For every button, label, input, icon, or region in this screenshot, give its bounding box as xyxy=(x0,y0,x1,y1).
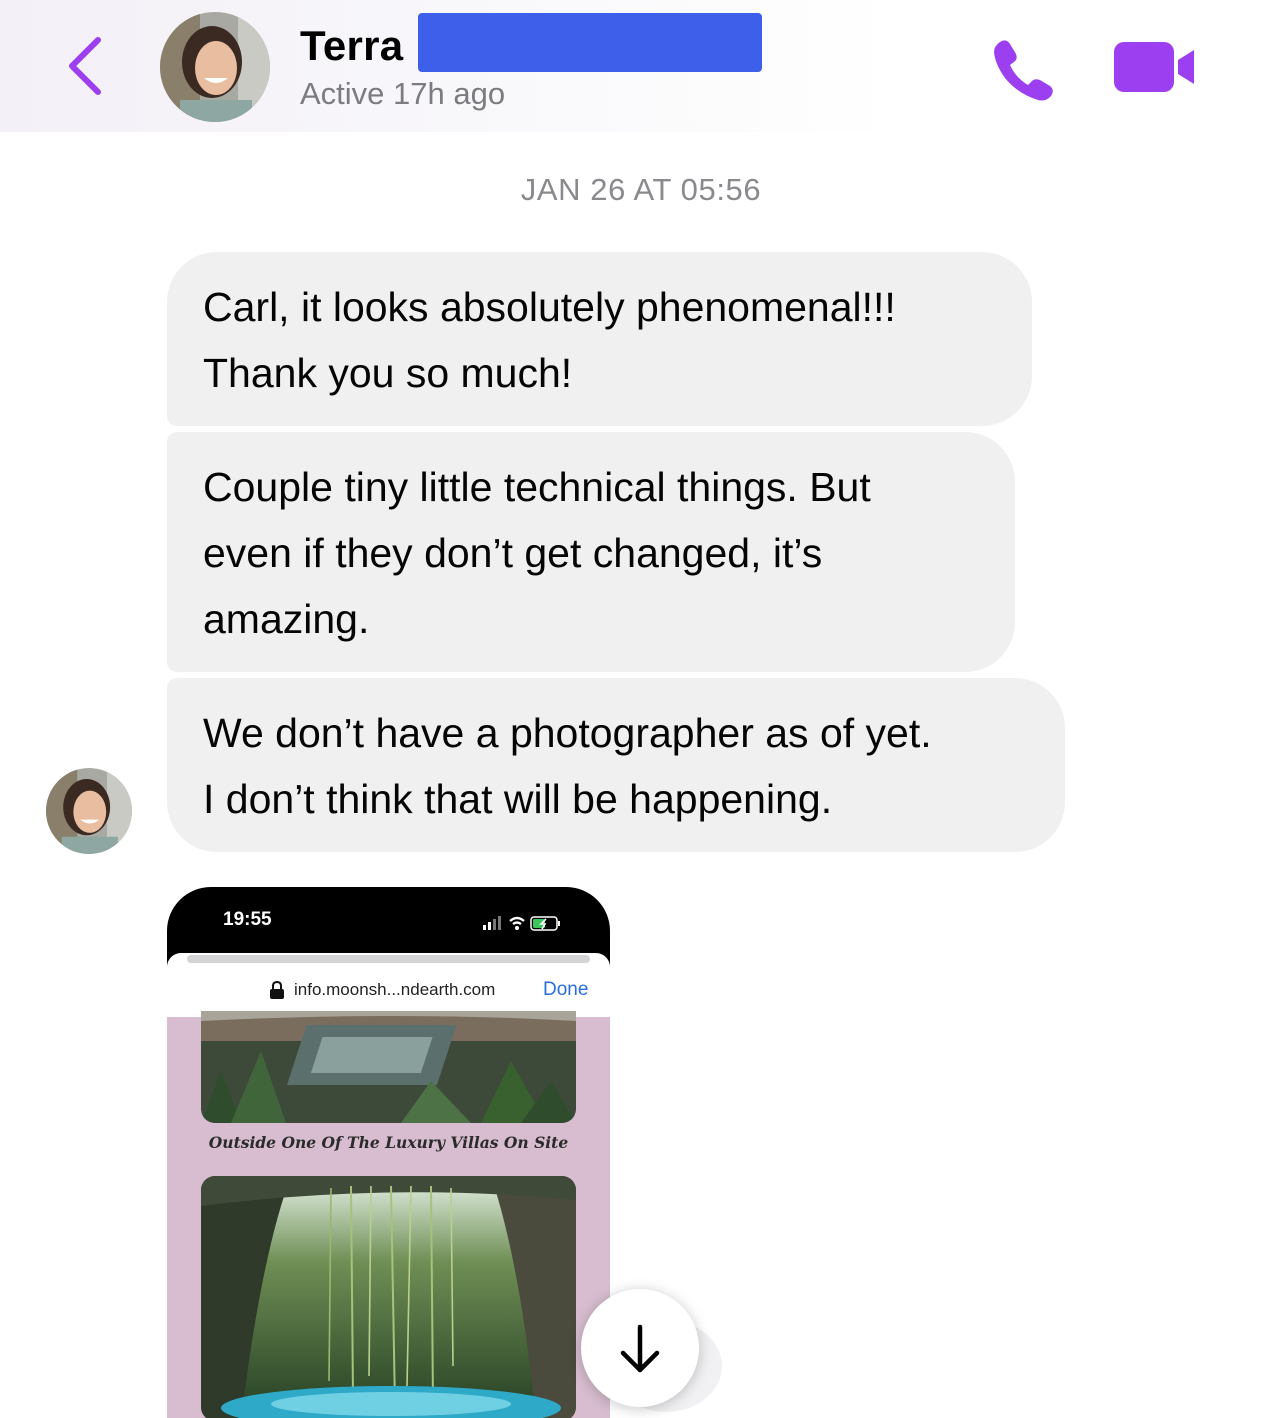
active-status: Active 17h ago xyxy=(300,76,506,111)
back-button[interactable] xyxy=(58,30,114,102)
image-attachment[interactable]: 19:55 info.moonsh...ndearth.com Done Out… xyxy=(167,887,610,1418)
video-camera-icon xyxy=(1114,42,1194,92)
message-text: even if they don’t get changed, it’s xyxy=(203,530,823,576)
attachment-status-time: 19:55 xyxy=(223,909,272,930)
arrow-down-icon xyxy=(620,1324,660,1373)
message-bubble[interactable]: Couple tiny little technical things. But… xyxy=(167,432,1015,672)
cenote-photo xyxy=(201,1176,576,1418)
attachment-caption: Outside One Of The Luxury Villas On Site xyxy=(208,1133,569,1152)
attachment-done-label: Done xyxy=(543,979,589,1000)
message-timestamp: JAN 26 AT 05:56 xyxy=(520,172,762,207)
scroll-to-bottom-button[interactable] xyxy=(581,1289,699,1407)
message-text: Carl, it looks absolutely phenomenal!!! xyxy=(203,284,896,330)
lock-icon xyxy=(270,981,284,999)
sheet-grabber xyxy=(187,955,590,963)
video-call-button[interactable] xyxy=(1112,38,1196,96)
villa-photo xyxy=(201,1011,576,1123)
contact-avatar[interactable] xyxy=(160,12,270,122)
contact-name[interactable]: Terra xyxy=(300,22,403,70)
phone-icon xyxy=(994,40,1053,101)
message-text: I don’t think that will be happening. xyxy=(203,776,833,822)
conversation-header: Terra Active 17h ago xyxy=(0,0,1282,132)
message-bubble[interactable]: We don’t have a photographer as of yet. … xyxy=(167,678,1065,852)
signal-wifi-battery-icon xyxy=(483,916,560,931)
message-text: Thank you so much! xyxy=(203,350,573,396)
message-text: Couple tiny little technical things. But xyxy=(203,464,871,510)
message-text: amazing. xyxy=(203,596,370,642)
attachment-url: info.moonsh...ndearth.com xyxy=(294,980,496,999)
message-text: We don’t have a photographer as of yet. xyxy=(203,710,932,756)
audio-call-button[interactable] xyxy=(988,34,1060,102)
back-chevron-icon xyxy=(69,37,101,95)
sender-avatar[interactable] xyxy=(46,768,132,854)
message-bubble[interactable]: Carl, it looks absolutely phenomenal!!! … xyxy=(167,252,1032,426)
redaction-bar xyxy=(418,13,762,72)
